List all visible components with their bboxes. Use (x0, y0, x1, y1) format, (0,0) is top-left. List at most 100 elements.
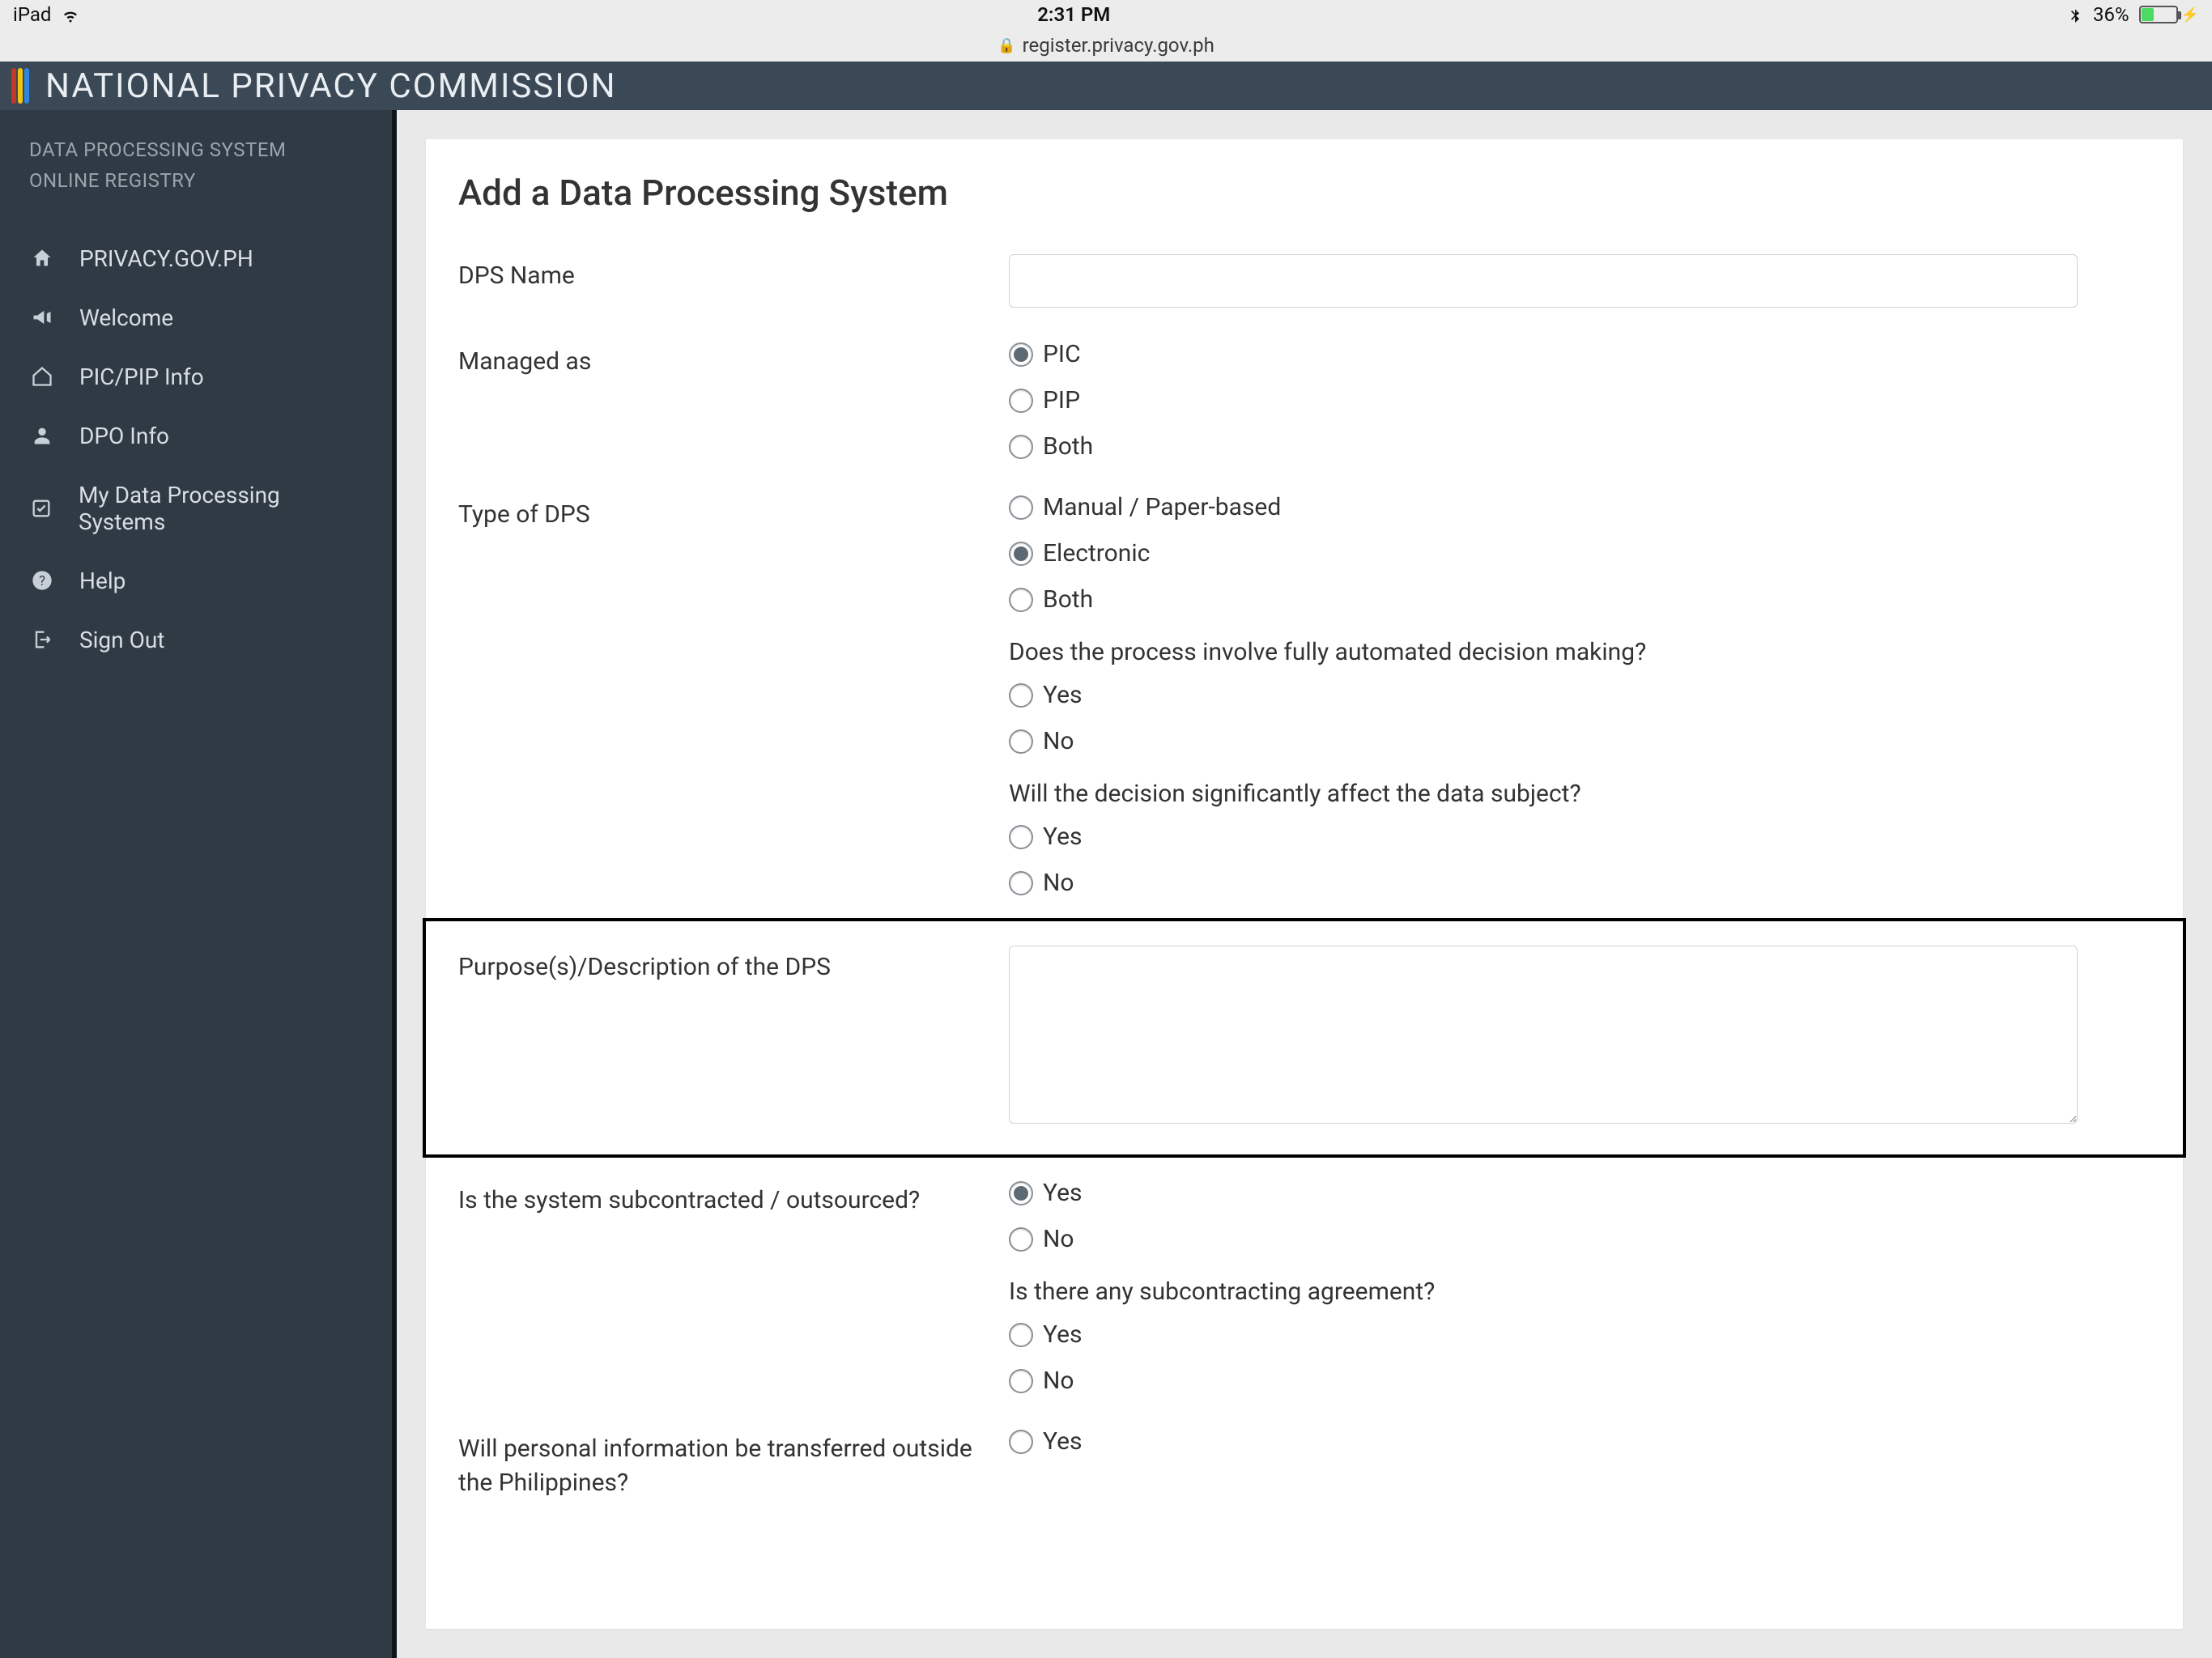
radio-icon (1009, 1227, 1033, 1252)
label-transfer: Will personal information be transferred… (458, 1427, 976, 1500)
label-dps-name: DPS Name (458, 254, 976, 293)
radio-icon (1009, 1430, 1033, 1454)
bluetooth-icon (2067, 6, 2083, 23)
person-icon (29, 423, 55, 449)
radio-label: Yes (1043, 1179, 1082, 1207)
radio-icon (1009, 825, 1033, 849)
radio-icon (1009, 495, 1033, 520)
purpose-textarea[interactable] (1009, 946, 2078, 1124)
transfer-options: Yes (1009, 1427, 2150, 1456)
sidebar: DATA PROCESSING SYSTEM ONLINE REGISTRY P… (0, 110, 397, 1658)
agreement-options: Yes No (1009, 1320, 2150, 1395)
sidebar-item-dpo-info[interactable]: DPO Info (0, 406, 392, 466)
radio-agreement-no[interactable]: No (1009, 1367, 2150, 1395)
url-text: register.privacy.gov.ph (1023, 34, 1214, 57)
sidebar-item-label: My Data Processing Systems (79, 482, 363, 535)
radio-label: No (1043, 1225, 1074, 1253)
radio-icon (1009, 1323, 1033, 1347)
radio-affect-yes[interactable]: Yes (1009, 823, 2150, 851)
radio-type-electronic[interactable]: Electronic (1009, 539, 2150, 568)
radio-label: Yes (1043, 681, 1082, 709)
sidebar-item-label: Help (79, 568, 125, 594)
wifi-icon (61, 5, 80, 24)
dps-name-input[interactable] (1009, 254, 2078, 308)
highlighted-purpose-section: Purpose(s)/Description of the DPS (426, 921, 2183, 1154)
battery-percent: 36% (2093, 3, 2129, 26)
radio-icon (1009, 1369, 1033, 1393)
sidebar-item-label: PIC/PIP Info (79, 363, 204, 390)
sidebar-menu: PRIVACY.GOV.PH Welcome PIC/PIP Info (0, 229, 392, 670)
sidebar-section-line1: DATA PROCESSING SYSTEM (29, 134, 363, 165)
radio-icon (1009, 435, 1033, 459)
question-automated: Does the process involve fully automated… (1009, 638, 2150, 666)
radio-transfer-yes[interactable]: Yes (1009, 1427, 2150, 1456)
sidebar-item-welcome[interactable]: Welcome (0, 288, 392, 347)
sidebar-item-label: DPO Info (79, 423, 169, 449)
radio-icon (1009, 542, 1033, 566)
browser-url-bar[interactable]: 🔒 register.privacy.gov.ph (0, 29, 2212, 62)
label-purpose: Purpose(s)/Description of the DPS (458, 946, 976, 984)
radio-subcontracted-yes[interactable]: Yes (1009, 1179, 2150, 1207)
radio-automated-no[interactable]: No (1009, 727, 2150, 755)
checklist-icon (29, 495, 54, 521)
page-title: Add a Data Processing System (458, 172, 2150, 214)
clock: 2:31 PM (1037, 3, 1110, 26)
question-affect: Will the decision significantly affect t… (1009, 780, 2150, 808)
type-dps-options: Manual / Paper-based Electronic Both (1009, 493, 2150, 614)
radio-label: PIP (1043, 386, 1080, 414)
row-purpose: Purpose(s)/Description of the DPS (458, 937, 2150, 1138)
radio-managed-pic[interactable]: PIC (1009, 340, 2150, 368)
svg-text:?: ? (39, 573, 45, 589)
radio-icon (1009, 588, 1033, 612)
sidebar-section-line2: ONLINE REGISTRY (29, 165, 363, 196)
affect-options: Yes No (1009, 823, 2150, 897)
home-icon (29, 245, 55, 271)
row-type-dps: Type of DPS Manual / Paper-based Electro… (458, 477, 2150, 913)
subcontracted-options: Yes No (1009, 1179, 2150, 1253)
radio-icon (1009, 729, 1033, 754)
radio-managed-both[interactable]: Both (1009, 432, 2150, 461)
sidebar-item-sign-out[interactable]: Sign Out (0, 610, 392, 670)
device-label: iPad (13, 3, 51, 26)
content-area[interactable]: Add a Data Processing System DPS Name Ma… (397, 110, 2212, 1658)
radio-label: PIC (1043, 340, 1081, 368)
radio-icon (1009, 342, 1033, 367)
sidebar-item-pic-pip-info[interactable]: PIC/PIP Info (0, 347, 392, 406)
radio-managed-pip[interactable]: PIP (1009, 386, 2150, 414)
automated-options: Yes No (1009, 681, 2150, 755)
radio-label: No (1043, 1367, 1074, 1395)
row-transfer: Will personal information be transferred… (458, 1411, 2150, 1516)
radio-label: Electronic (1043, 539, 1150, 568)
main-shell: DATA PROCESSING SYSTEM ONLINE REGISTRY P… (0, 110, 2212, 1658)
label-subcontracted: Is the system subcontracted / outsourced… (458, 1179, 976, 1218)
sidebar-item-help[interactable]: ? Help (0, 551, 392, 610)
sidebar-item-label: Welcome (79, 304, 173, 331)
radio-label: Manual / Paper-based (1043, 493, 1281, 521)
managed-as-options: PIC PIP Both (1009, 340, 2150, 461)
radio-automated-yes[interactable]: Yes (1009, 681, 2150, 709)
house-outline-icon (29, 363, 55, 389)
charging-icon: ⚡ (2181, 6, 2199, 23)
radio-label: Yes (1043, 1427, 1082, 1456)
app-title: NATIONAL PRIVACY COMMISSION (45, 66, 617, 106)
help-icon: ? (29, 568, 55, 593)
radio-subcontracted-no[interactable]: No (1009, 1225, 2150, 1253)
sidebar-item-label: PRIVACY.GOV.PH (79, 245, 253, 272)
sidebar-item-label: Sign Out (79, 627, 164, 653)
sidebar-section-title: DATA PROCESSING SYSTEM ONLINE REGISTRY (0, 134, 392, 197)
ios-status-bar: iPad 2:31 PM 36% ⚡ (0, 0, 2212, 29)
radio-label: No (1043, 869, 1074, 897)
radio-type-manual[interactable]: Manual / Paper-based (1009, 493, 2150, 521)
form-card: Add a Data Processing System DPS Name Ma… (426, 139, 2183, 1629)
radio-icon (1009, 871, 1033, 895)
radio-type-both[interactable]: Both (1009, 585, 2150, 614)
radio-icon (1009, 1181, 1033, 1205)
sidebar-item-my-dps[interactable]: My Data Processing Systems (0, 466, 392, 551)
radio-affect-no[interactable]: No (1009, 869, 2150, 897)
radio-icon (1009, 389, 1033, 413)
sidebar-item-privacy-gov-ph[interactable]: PRIVACY.GOV.PH (0, 229, 392, 288)
battery-icon: ⚡ (2139, 6, 2199, 23)
label-type-dps: Type of DPS (458, 493, 976, 532)
megaphone-icon (29, 304, 55, 330)
radio-agreement-yes[interactable]: Yes (1009, 1320, 2150, 1349)
